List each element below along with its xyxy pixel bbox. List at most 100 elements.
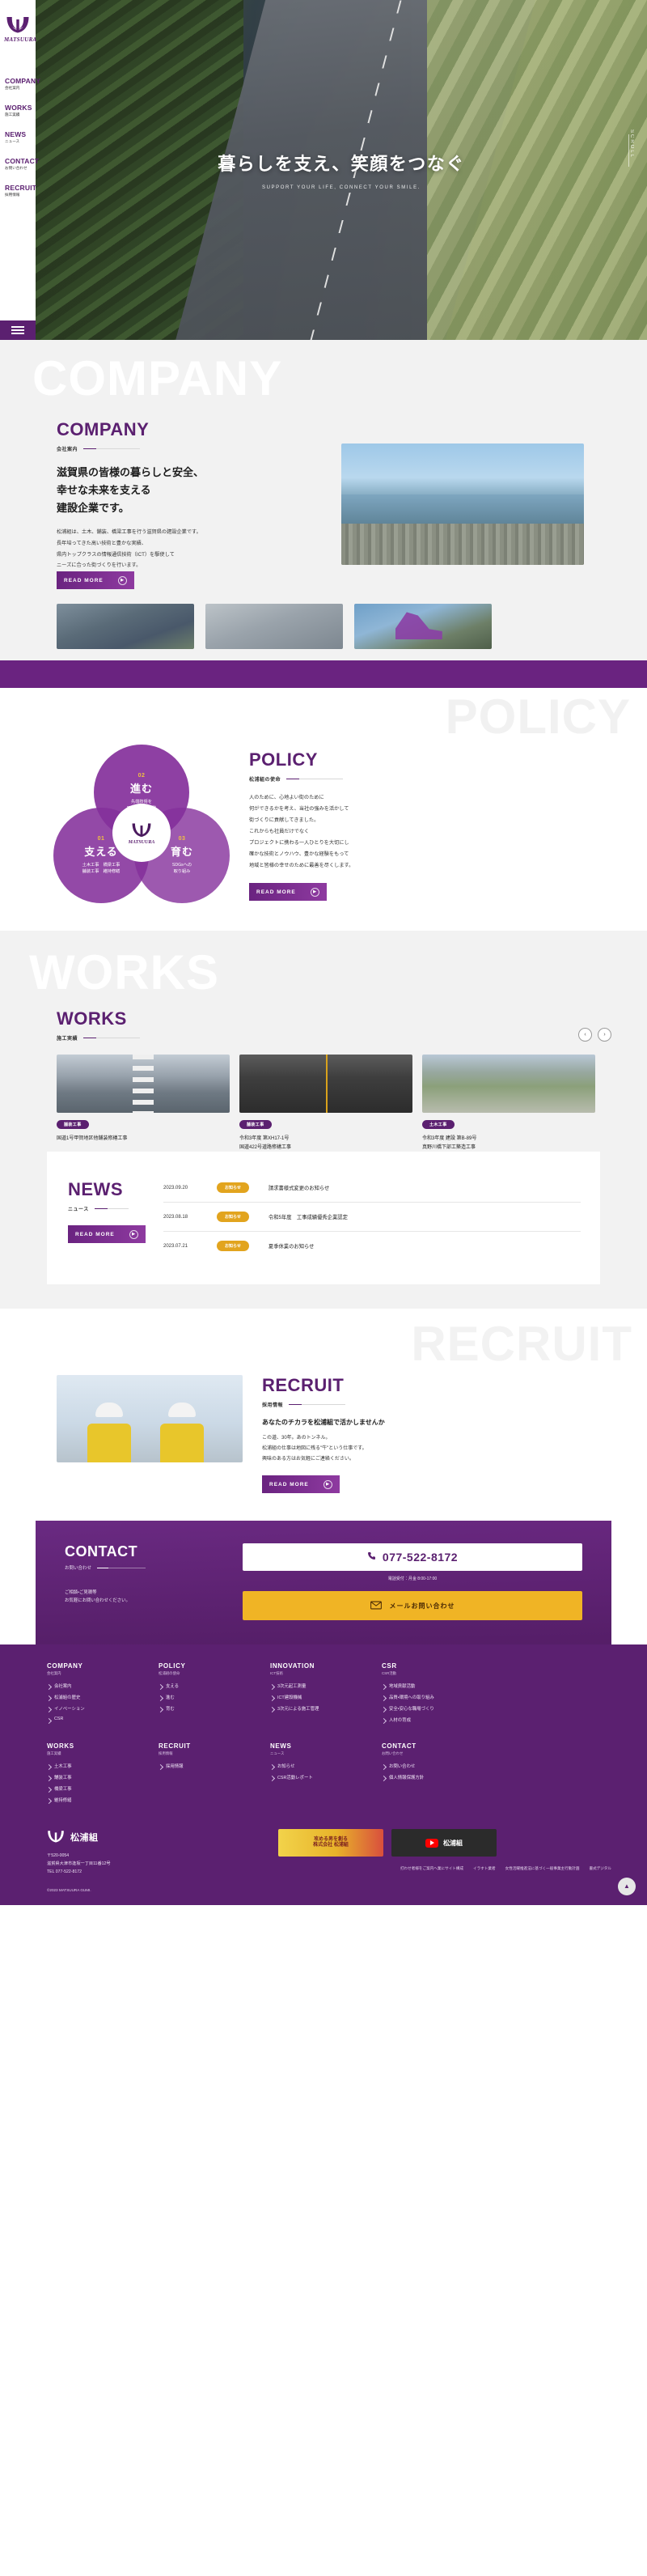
work-tag: 土木工事: [422, 1120, 455, 1130]
work-card[interactable]: 土木工事 令和3年度 建設 第B-89号 真野川橋下部工築造工事: [422, 1055, 595, 1152]
contact-heading: CONTACT: [65, 1543, 138, 1560]
news-heading: NEWS: [68, 1179, 123, 1200]
chevron-left-icon[interactable]: ‹: [578, 1028, 592, 1042]
sidebar-item-recruit[interactable]: RECRUIT 採用情報: [5, 184, 36, 197]
work-title: 令和3年度 建設 第B-89号 真野川橋下部工築造工事: [422, 1136, 477, 1150]
footer-link[interactable]: 松浦組の歴史: [47, 1694, 137, 1700]
venn-center-logo: MATSUURA: [112, 804, 171, 863]
company-thumbnail[interactable]: [57, 604, 194, 650]
recruit-text-block: RECRUIT 採用情報 あなたのチカラを松浦組で活かしませんか この道、30年…: [262, 1375, 497, 1494]
footer-link[interactable]: 人材の育成: [382, 1717, 472, 1723]
footer-link[interactable]: CSR活動レポート: [270, 1774, 361, 1780]
footer-banner-recruit[interactable]: 攻める男を創る 株式会社 松浦組: [278, 1829, 383, 1857]
phone-link[interactable]: 077-522-8172: [243, 1543, 582, 1572]
footer-link[interactable]: 橋梁工事: [47, 1785, 137, 1792]
company-thumbnail[interactable]: [354, 604, 492, 650]
work-title: 国道1号甲賀地区他舗装修繕工事: [57, 1136, 128, 1142]
company-subheading: 会社案内: [57, 448, 78, 452]
footer-link-list: 支える 進む 育む: [159, 1683, 249, 1712]
footer-link[interactable]: 地域貢献活動: [382, 1683, 472, 1689]
footer-link[interactable]: 維持修繕: [47, 1797, 137, 1803]
arrow-right-icon: ▶: [129, 1229, 138, 1239]
footer-banner-youtube[interactable]: 松浦組: [391, 1829, 497, 1857]
footer-copyright: ©2023 MATSUURA GUMI.: [47, 1887, 91, 1892]
hero-text-block: 暮らしを支え、笑顔をつなぐ SUPPORT YOUR LIFE, CONNECT…: [36, 150, 647, 190]
footer-logo[interactable]: 松浦組: [47, 1829, 192, 1844]
footer-link-list: お知らせ CSR活動レポート: [270, 1763, 361, 1780]
works-carousel-controls: ‹ ›: [578, 1028, 611, 1042]
footer-utility-link[interactable]: 打わせ者様をご案内へ業にサイト構成: [400, 1866, 463, 1871]
footer-utility-link[interactable]: 書式デジタル: [590, 1866, 611, 1871]
heading-rule: [289, 1404, 346, 1406]
chevron-up-icon[interactable]: ▲: [618, 1877, 636, 1895]
hamburger-icon[interactable]: [0, 320, 36, 340]
banner-label: 攻める男を創る 株式会社 松浦組: [313, 1836, 349, 1848]
sidebar-item-company[interactable]: COMPANY 会社案内: [5, 77, 40, 91]
sidebar-item-news[interactable]: NEWS ニュース: [5, 130, 36, 144]
youtube-icon: [425, 1838, 438, 1848]
footer-utility-link[interactable]: イラすト業者: [473, 1866, 496, 1871]
footer-link-list: お問い合わせ 個人情報保護方針: [382, 1763, 472, 1780]
sidebar-item-contact[interactable]: CONTACT お問い合わせ: [5, 157, 39, 171]
footer-link[interactable]: 採用情報: [159, 1763, 249, 1769]
works-heading: WORKS: [57, 1008, 127, 1029]
work-card[interactable]: 舗装工事 令和3年度 第XH17-1号 国道422号道路修繕工事: [239, 1055, 412, 1152]
footer-link[interactable]: 個人情報保護方針: [382, 1774, 472, 1780]
sidebar-item-sublabel: 会社案内: [5, 86, 20, 90]
phone-icon: [367, 1550, 376, 1564]
footer-link[interactable]: ICT建設機械: [270, 1694, 361, 1700]
recruit-photo: [57, 1375, 243, 1463]
footer-heading: WORKS: [47, 1742, 74, 1751]
news-date: 2023.08.18: [163, 1214, 188, 1220]
sidebar-item-works[interactable]: WORKS 施工実績: [5, 104, 36, 117]
arrow-right-icon: ▶: [311, 887, 319, 897]
footer-link[interactable]: 舗装工事: [47, 1774, 137, 1780]
footer-link[interactable]: 安全・安心な職場づくり: [382, 1705, 472, 1712]
footer-link[interactable]: CSR: [47, 1717, 137, 1721]
sidebar-nav: COMPANY 会社案内 WORKS 施工実績 NEWS ニュース CONTAC…: [0, 77, 40, 210]
heading-rule: [83, 448, 141, 449]
footer-heading: NEWS: [270, 1742, 292, 1751]
footer-link[interactable]: 会社案内: [47, 1683, 137, 1689]
mail-contact-button[interactable]: メールお問い合わせ: [243, 1591, 582, 1621]
footer-column-contact: CONTACT お問い合わせ お問い合わせ 個人情報保護方針: [382, 1742, 472, 1808]
button-label: READ MORE: [256, 889, 296, 895]
footer-heading-jp: 採用情報: [159, 1751, 173, 1756]
footer-link[interactable]: 進む: [159, 1694, 249, 1700]
footer-link[interactable]: 土木工事: [47, 1763, 137, 1769]
news-item[interactable]: 2023.07.21 お知らせ 夏季休業のお知らせ: [163, 1232, 581, 1260]
recruit-read-more-button[interactable]: READ MORE ▶: [262, 1475, 340, 1494]
footer-utility-link[interactable]: 女性活躍推進法に基づく一般事業主行動計画: [505, 1866, 580, 1871]
chevron-right-icon[interactable]: ›: [598, 1028, 611, 1042]
sidebar-item-label: RECRUIT: [5, 184, 37, 192]
news-read-more-button[interactable]: READ MORE ▶: [68, 1225, 146, 1244]
policy-venn-diagram: 02 進む 先端技術を 取り入れた開発 01 支える 土木工事 橋梁工事 舗装工…: [49, 745, 235, 906]
footer-link[interactable]: お問い合わせ: [382, 1763, 472, 1769]
footer-link[interactable]: 3次元による施工管理: [270, 1705, 361, 1712]
news-item[interactable]: 2023.08.18 お知らせ 令和5年度 工事成績優秀企業認定: [163, 1203, 581, 1233]
work-card[interactable]: 舗装工事 国道1号甲賀地区他舗装修繕工事: [57, 1055, 230, 1152]
footer-link[interactable]: イノベーション: [47, 1705, 137, 1712]
footer-column-row-2: WORKS 施工実績 土木工事 舗装工事 橋梁工事 維持修繕 RECRUIT 採…: [47, 1742, 611, 1808]
contact-heading-block: CONTACT お問い合わせ ご相談・ご見積等 お気軽にお問い合わせください。: [65, 1543, 218, 1620]
footer-link[interactable]: 品質・環境への取り組み: [382, 1694, 472, 1700]
company-thumbnail[interactable]: [205, 604, 343, 650]
policy-read-more-button[interactable]: READ MORE ▶: [249, 883, 327, 902]
banner-label: 松浦組: [443, 1839, 463, 1847]
company-text-block: COMPANY 会社案内 滋賀県の皆様の暮らしと安全、 幸せな未来を支える 建設…: [57, 419, 324, 590]
footer-link-list: 土木工事 舗装工事 橋梁工事 維持修繕: [47, 1763, 137, 1803]
footer-bottom: 松浦組 〒520-0054 滋賀県大津市逢坂一丁目11番12号 TEL 077-…: [47, 1829, 611, 1877]
company-read-more-button[interactable]: READ MORE ▶: [57, 571, 134, 590]
site-logo[interactable]: MATSUURA: [4, 15, 36, 43]
company-purple-band: [0, 660, 647, 689]
news-badge: お知らせ: [217, 1241, 249, 1252]
footer-link[interactable]: 3次元起工測量: [270, 1683, 361, 1689]
news-item[interactable]: 2023.09.20 お知らせ 請求書様式変更のお知らせ: [163, 1179, 581, 1203]
footer-link[interactable]: 育む: [159, 1705, 249, 1712]
hero-subtitle: SUPPORT YOUR LIFE, CONNECT YOUR SMILE.: [262, 185, 421, 190]
circle-number: 03: [178, 836, 186, 842]
sidebar-item-sublabel: ニュース: [5, 139, 20, 143]
circle-number: 01: [97, 836, 105, 842]
footer-link[interactable]: 支える: [159, 1683, 249, 1689]
footer-link[interactable]: お知らせ: [270, 1763, 361, 1769]
